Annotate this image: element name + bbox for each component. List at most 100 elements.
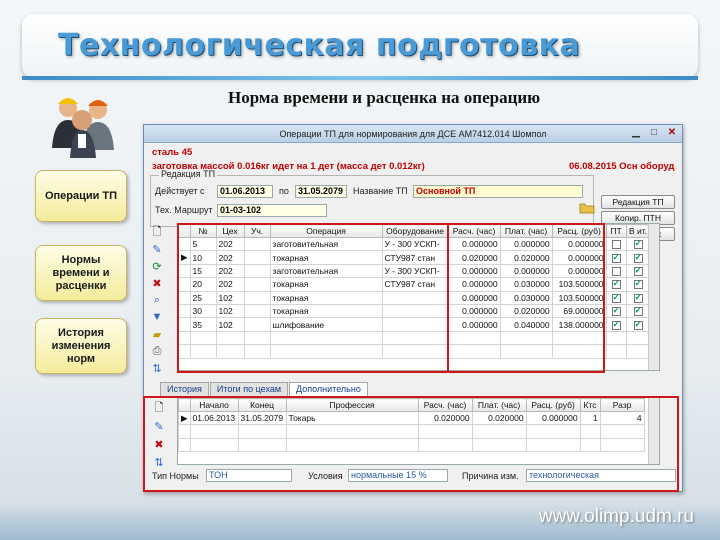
- cell-rate[interactable]: 0.000000: [551, 250, 607, 265]
- cell-calc-hours[interactable]: 0.000000: [447, 277, 501, 292]
- pt-checkbox[interactable]: [611, 267, 621, 277]
- cell-equipment[interactable]: У - 300 УСКП-: [381, 236, 449, 252]
- filter-icon[interactable]: ▼: [150, 310, 164, 324]
- cell-operation[interactable]: токарная: [269, 303, 383, 319]
- cell-pay-hours[interactable]: 0.040000: [499, 317, 553, 332]
- col-in-total[interactable]: В ит.: [625, 224, 651, 238]
- cell-end[interactable]: 31.05.2079: [237, 410, 287, 426]
- cell-calc-hours[interactable]: 0.020000: [417, 410, 473, 426]
- in-total-checkbox[interactable]: [633, 239, 643, 250]
- new-doc-icon[interactable]: 🗋: [152, 401, 166, 415]
- cell-equipment[interactable]: СТУ987 стан: [381, 250, 449, 265]
- cell-section[interactable]: [243, 317, 271, 332]
- col-section[interactable]: Уч.: [243, 224, 271, 238]
- cell-equipment[interactable]: У - 300 УСКП-: [381, 263, 449, 279]
- pt-checkbox[interactable]: [611, 240, 621, 250]
- tab-additional[interactable]: Дополнительно: [289, 382, 368, 396]
- cell-rate[interactable]: 103.500000: [551, 277, 607, 292]
- cell-equipment[interactable]: [381, 317, 449, 332]
- cell-equipment[interactable]: СТУ987 стан: [381, 277, 449, 292]
- cell-operation[interactable]: заготовительная: [269, 236, 383, 252]
- in-total-checkbox[interactable]: [633, 265, 643, 277]
- delete-icon[interactable]: ✖: [152, 437, 166, 451]
- norm-scrollbar[interactable]: [648, 398, 659, 464]
- sort-icon[interactable]: ⇅: [150, 361, 164, 375]
- pt-checkbox[interactable]: [611, 292, 621, 303]
- cell-number[interactable]: 15: [189, 263, 217, 279]
- conditions-field[interactable]: нормальные 15 %: [348, 469, 448, 482]
- cell-shop[interactable]: 202: [215, 277, 245, 292]
- cell-calc-hours[interactable]: 0.000000: [447, 317, 501, 332]
- cell-start[interactable]: 01.06.2013: [189, 410, 239, 426]
- col-equipment[interactable]: Оборудование: [381, 224, 449, 238]
- table-row[interactable]: 35 102 шлифование 0.000000 0.040000 138.00000…: [178, 317, 651, 332]
- col-calc-hours[interactable]: Расч. (час): [447, 224, 501, 238]
- ops-scrollbar[interactable]: [648, 224, 659, 370]
- in-total-checkbox[interactable]: [633, 252, 643, 263]
- cell-pay-hours[interactable]: 0.020000: [499, 250, 553, 265]
- table-row[interactable]: 15 202 заготовительная У - 300 УСКП- 0.00000…: [178, 263, 651, 279]
- tab-history[interactable]: История: [160, 382, 209, 396]
- in-total-checkbox[interactable]: [633, 279, 643, 290]
- col-number[interactable]: №: [189, 224, 217, 238]
- cell-section[interactable]: [243, 236, 271, 252]
- folder-open-icon[interactable]: [579, 201, 595, 214]
- delete-icon[interactable]: ✖: [150, 276, 164, 290]
- reason-field[interactable]: технологическая: [526, 469, 676, 482]
- cell-pay-hours[interactable]: 0.030000: [499, 290, 553, 305]
- cell-operation[interactable]: шлифование: [269, 317, 383, 332]
- sort-icon[interactable]: ⇅: [152, 455, 166, 469]
- search-icon[interactable]: ⌕: [150, 293, 164, 307]
- cell-shop[interactable]: 102: [215, 290, 245, 305]
- cell-rate[interactable]: 0.000000: [551, 263, 607, 279]
- cell-number[interactable]: 20: [189, 277, 217, 292]
- refresh-icon[interactable]: ⟳: [150, 259, 164, 273]
- cell-pay-hours[interactable]: 0.000000: [499, 263, 553, 279]
- table-row[interactable]: 25 102 токарная 0.000000 0.030000 103.500000: [178, 290, 651, 305]
- edit-icon[interactable]: ✎: [150, 242, 164, 256]
- cell-calc-hours[interactable]: 0.020000: [447, 250, 501, 265]
- time-norms-button[interactable]: Нормы времени и расценки: [35, 245, 127, 301]
- table-row[interactable]: 20 202 токарная СТУ987 стан 0.000000 0.030000…: [178, 277, 651, 292]
- cell-equipment[interactable]: [381, 290, 449, 305]
- cell-operation[interactable]: заготовительная: [269, 263, 383, 279]
- col-operation[interactable]: Операция: [269, 224, 383, 238]
- col-pay-hours[interactable]: Плат. (час): [471, 398, 527, 412]
- in-total-checkbox[interactable]: [633, 305, 643, 317]
- tp-name-field[interactable]: Основной ТП: [413, 185, 583, 198]
- col-calc-hours[interactable]: Расч. (час): [417, 398, 473, 412]
- cell-number[interactable]: 35: [189, 317, 217, 332]
- operations-tp-button[interactable]: Операции ТП: [35, 170, 127, 222]
- maximize-icon[interactable]: □: [648, 127, 660, 138]
- col-profession[interactable]: Профессия: [285, 398, 419, 412]
- col-rate[interactable]: Расц. (руб): [525, 398, 581, 412]
- cell-profession[interactable]: Токарь: [285, 410, 419, 426]
- cell-equipment[interactable]: [381, 303, 449, 319]
- cell-section[interactable]: [243, 290, 271, 305]
- cell-shop[interactable]: 102: [215, 317, 245, 332]
- cell-number[interactable]: 10: [189, 250, 217, 265]
- col-pay-hours[interactable]: Плат. (час): [499, 224, 553, 238]
- pt-checkbox[interactable]: [611, 279, 621, 290]
- cell-section[interactable]: [243, 250, 271, 265]
- cell-shop[interactable]: 202: [215, 236, 245, 252]
- pt-checkbox[interactable]: [611, 305, 621, 317]
- cell-operation[interactable]: токарная: [269, 277, 383, 292]
- cell-rate[interactable]: 69.000000: [551, 303, 607, 319]
- col-shop[interactable]: Цех: [215, 224, 245, 238]
- print-icon[interactable]: ⎙: [150, 344, 164, 358]
- norm-history-button[interactable]: История изменения норм: [35, 318, 127, 374]
- col-kts[interactable]: Ктс: [579, 398, 601, 412]
- to-field[interactable]: 31.05.2079: [295, 185, 347, 198]
- pt-checkbox[interactable]: [611, 252, 621, 263]
- col-start[interactable]: Начало: [189, 398, 239, 412]
- cell-grade[interactable]: 4: [599, 410, 645, 426]
- cell-number[interactable]: 30: [189, 303, 217, 319]
- pt-checkbox[interactable]: [611, 319, 621, 330]
- col-pt[interactable]: ПТ: [605, 224, 627, 238]
- from-field[interactable]: 01.06.2013: [217, 185, 273, 198]
- cell-calc-hours[interactable]: 0.000000: [447, 290, 501, 305]
- table-row[interactable]: ▶ 10 202 токарная СТУ987 стан 0.020000 0.02000…: [178, 250, 651, 265]
- in-total-checkbox[interactable]: [633, 319, 643, 330]
- folder-icon[interactable]: ▰: [150, 327, 164, 341]
